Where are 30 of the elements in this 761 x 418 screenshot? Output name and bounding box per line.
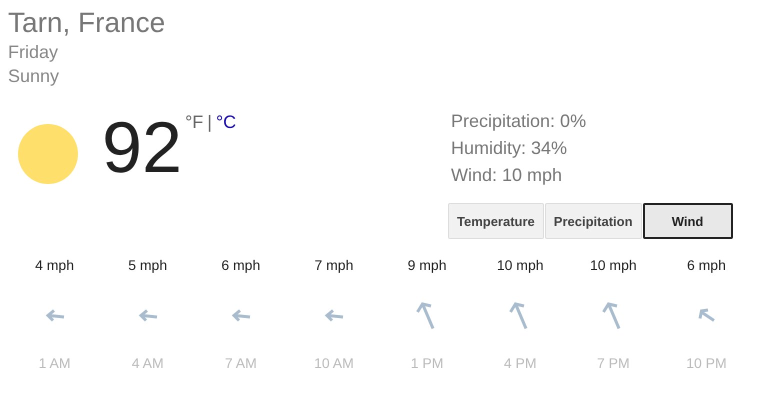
chart-tab[interactable]: Precipitation bbox=[544, 203, 642, 239]
unit-toggle[interactable]: °C bbox=[216, 112, 236, 133]
sun-icon bbox=[17, 123, 79, 185]
wind-speed: 9 mph bbox=[408, 256, 447, 275]
hour-label: 7 AM bbox=[224, 354, 257, 373]
hour-label: 10 PM bbox=[686, 354, 727, 373]
chart-tab[interactable]: Wind bbox=[642, 203, 733, 239]
wind-speed: 6 mph bbox=[221, 256, 260, 275]
detail-text: Humidity: 34% bbox=[451, 137, 568, 160]
wind-speed: 10 mph bbox=[496, 256, 544, 275]
wind-speed: 10 mph bbox=[590, 256, 637, 275]
wind-speed: 4 mph bbox=[35, 256, 74, 275]
hour-label: 4 AM bbox=[132, 354, 164, 373]
condition-label: Sunny bbox=[8, 65, 60, 88]
hour-label: 1 AM bbox=[38, 354, 71, 373]
location-title: Tarn, France bbox=[8, 6, 166, 40]
chart-tab[interactable]: Temperature bbox=[448, 203, 544, 239]
hour-label: 4 PM bbox=[504, 354, 537, 373]
temperature-value: 92 bbox=[102, 108, 182, 188]
detail-text: Precipitation: 0% bbox=[451, 110, 586, 133]
wind-speed: 6 mph bbox=[686, 256, 726, 275]
unit-separator: | bbox=[207, 112, 212, 133]
hour-label: 7 PM bbox=[596, 354, 630, 373]
detail-text: Wind: 10 mph bbox=[451, 164, 564, 187]
hour-label: 10 AM bbox=[314, 354, 354, 373]
unit-toggle[interactable]: °F bbox=[185, 112, 204, 133]
day-label: Friday bbox=[8, 41, 58, 64]
wind-speed: 7 mph bbox=[314, 256, 354, 275]
hour-label: 1 PM bbox=[410, 354, 444, 373]
wind-speed: 5 mph bbox=[128, 256, 168, 275]
